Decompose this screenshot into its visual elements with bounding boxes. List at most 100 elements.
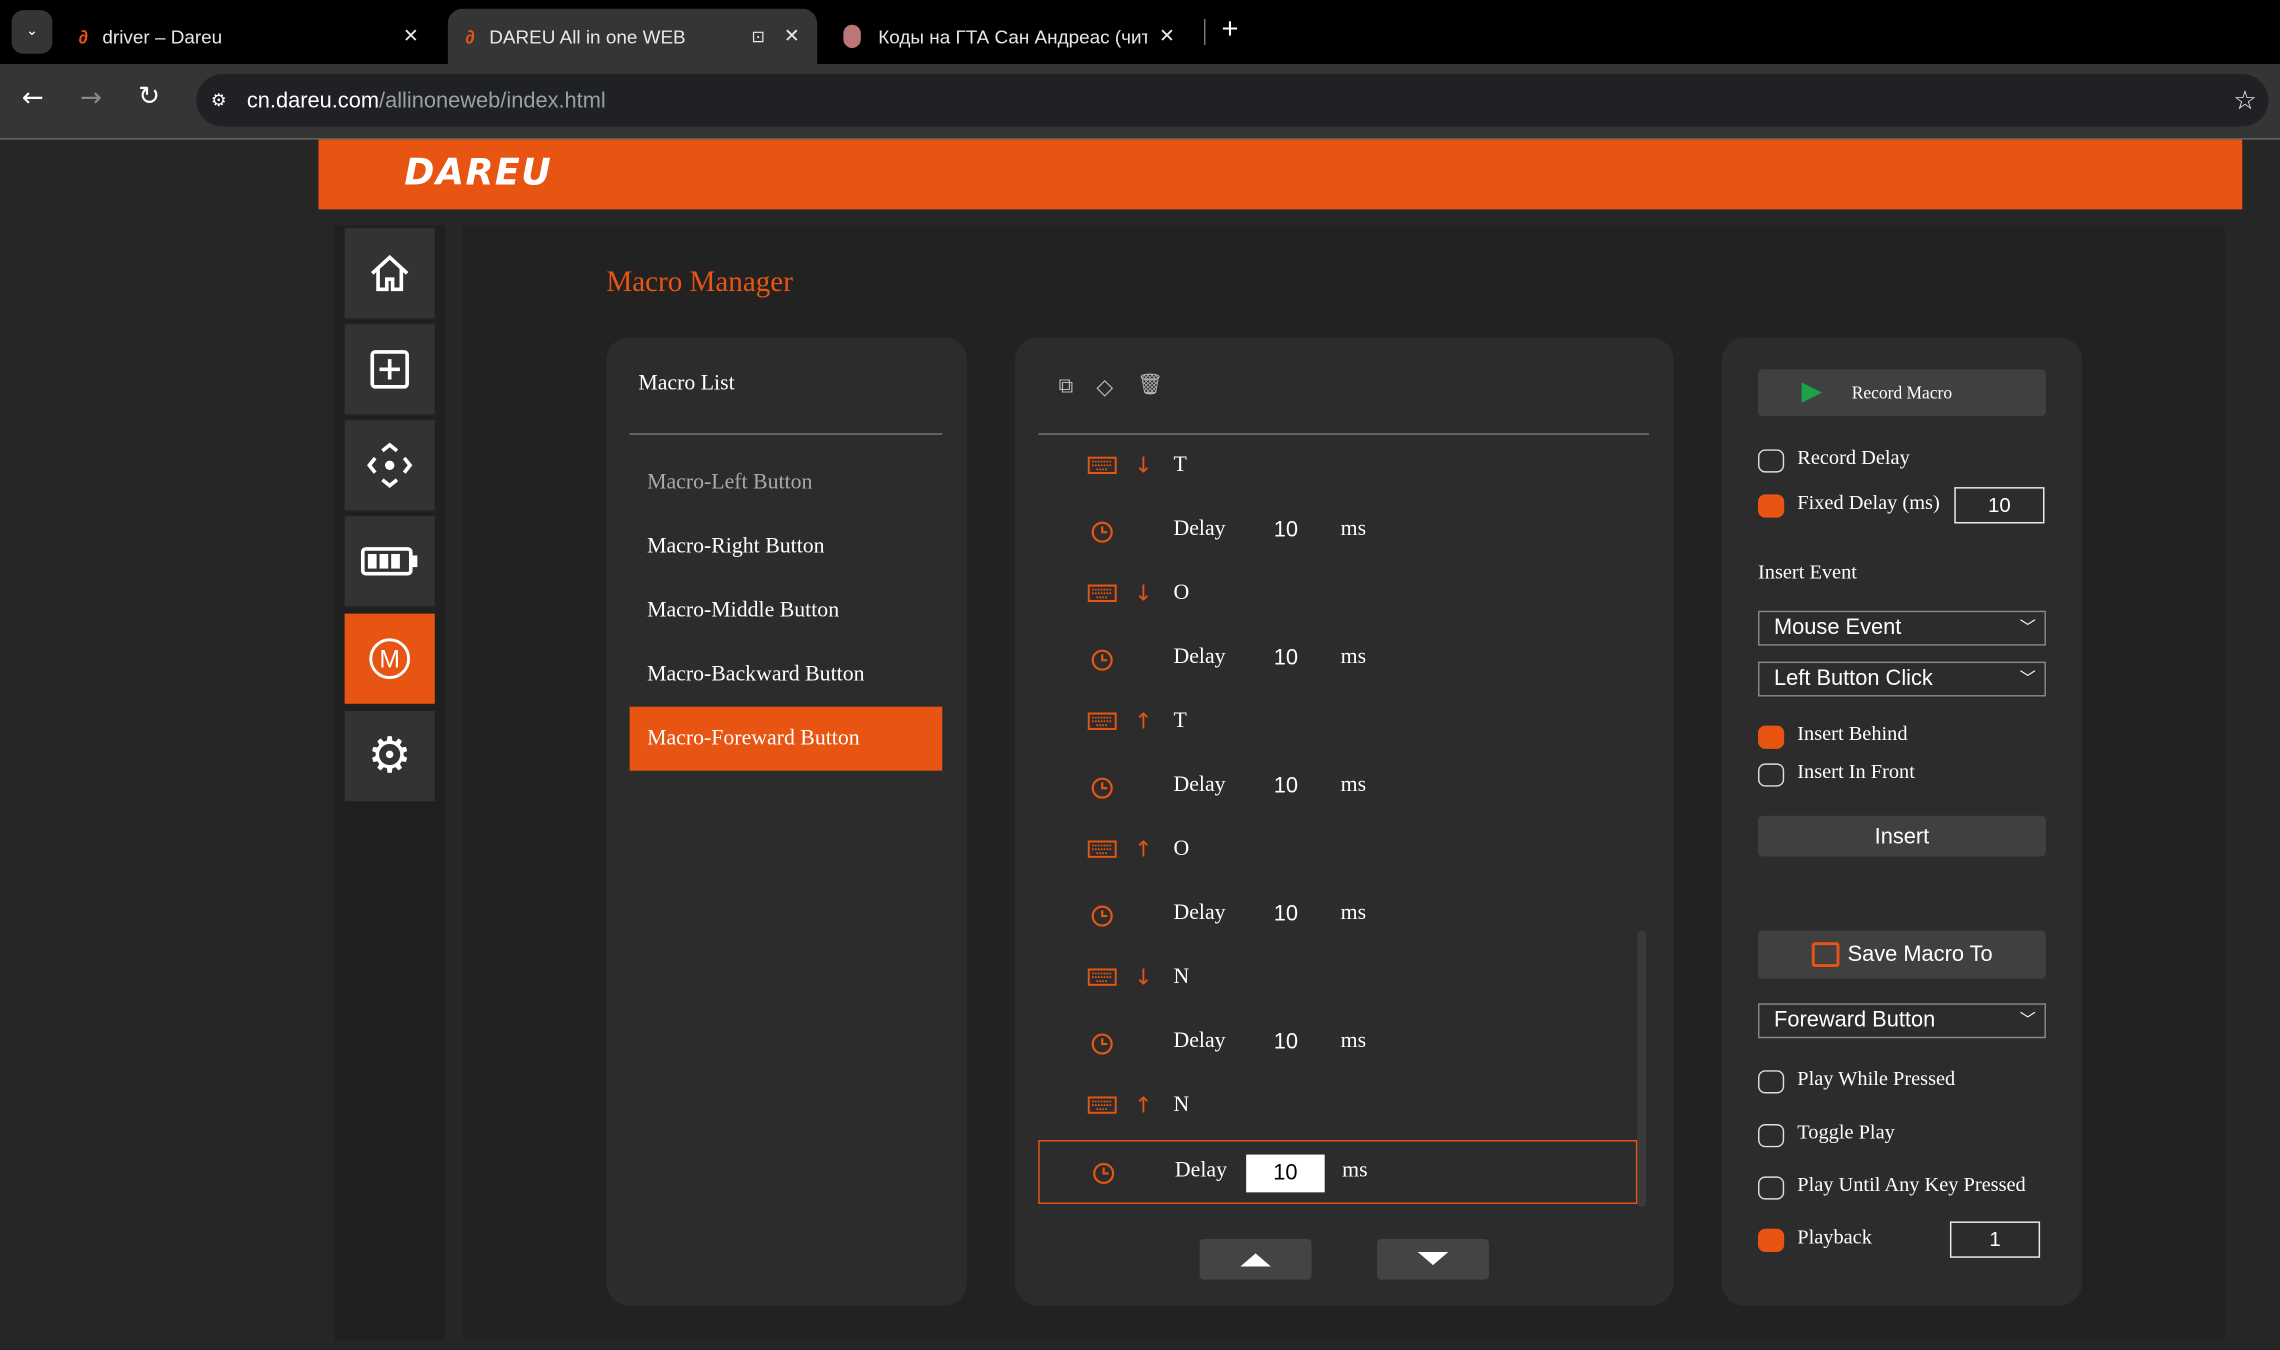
scrollbar[interactable] [1637,930,1647,1207]
keyboard-icon [1087,456,1117,482]
delay-value: 10 [1273,773,1299,799]
tab-gta[interactable]: Коды на ГТА Сан Андреас (чит ✕ [826,9,1192,64]
key-event-row[interactable]: ↑ T [1038,692,1637,756]
tab-dareu-web[interactable]: ∂ DAREU All in one WEB ⊡ ✕ [447,8,818,64]
macro-list-item[interactable]: Macro-Right Button [630,515,943,579]
tab-driver[interactable]: ∂ driver – Dareu ✕ [64,9,436,64]
delay-value: 10 [1273,901,1299,927]
plus-square-icon [370,350,409,389]
chevron-down-icon: ﹀ [2019,670,2036,688]
record-macro-button[interactable]: Record Macro [1758,369,2046,416]
gear-icon: ⚙ [367,727,412,786]
eraser-icon[interactable]: ◇ [1096,374,1113,400]
insert-in-front-checkbox[interactable] [1758,763,1785,787]
delay-event-row[interactable]: Delay 10 ms [1038,500,1637,564]
divider [1038,433,1649,435]
delay-value: 10 [1273,1029,1299,1055]
delay-label: Delay [1173,517,1226,541]
key-direction-arrow: ↓ [1134,964,1153,991]
macro-list-item[interactable]: Macro-Left Button [630,451,943,515]
delay-value-input[interactable]: 10 [1246,1154,1325,1193]
macro-list-item[interactable]: Macro-Foreward Button [629,706,943,771]
macro-list-item[interactable]: Macro-Middle Button [630,579,943,643]
media-icon: ⊡ [751,28,765,46]
delay-event-row[interactable]: Delay 10 ms [1038,756,1637,820]
key-event-row[interactable]: ↑ O [1038,820,1637,884]
play-while-pressed-checkbox[interactable] [1758,1070,1785,1094]
sidebar-macro[interactable]: M [344,613,435,704]
insert-button[interactable]: Insert [1758,815,2046,857]
clock-icon [1092,1162,1115,1193]
main-content: Macro Manager Macro List Macro-Left Butt… [462,225,2225,1341]
fixed-delay-checkbox[interactable] [1758,494,1785,518]
delay-event-row[interactable]: Delay 10 ms [1038,884,1637,948]
tab-divider [1203,18,1206,46]
url-field[interactable]: ⚙ cn.dareu.com/allinoneweb/index.html ☆ [196,74,2269,127]
playback-count-input[interactable]: 1 [1949,1221,2041,1258]
sidebar-move[interactable] [344,420,435,511]
delay-event-row[interactable]: Delay 10 ms [1038,1140,1638,1204]
key-event-row[interactable]: ↓ O [1038,564,1637,628]
key-event-row[interactable]: ↑ N [1038,1076,1637,1140]
key-name: N [1173,965,1190,989]
sidebar-add[interactable] [344,324,435,415]
event-action-select[interactable]: Left Button Click ﹀ [1758,661,2046,697]
sidebar-home[interactable] [344,228,435,319]
forward-icon[interactable]: → [80,83,102,114]
dareu-favicon: ∂ [78,25,88,48]
site-settings-icon[interactable]: ⚙ [211,90,227,110]
app-header: DAREU [318,139,2243,210]
delay-event-row[interactable]: Delay 10 ms [1038,628,1637,692]
reload-icon[interactable]: ↻ [138,81,160,112]
macro-list-item[interactable]: Macro-Backward Button [630,643,943,707]
delay-value: 10 [1273,645,1299,671]
macro-m-icon: M [369,638,411,680]
key-name: T [1173,453,1187,477]
insert-event-label: Insert Event [1758,562,1857,585]
move-down-button[interactable] [1377,1238,1489,1280]
clock-icon [1091,1032,1114,1063]
delay-label: Delay [1173,901,1226,925]
fixed-delay-input[interactable]: 10 [1954,487,2045,524]
key-event-row[interactable]: ↓ T [1038,436,1637,500]
back-icon[interactable]: ← [22,83,44,114]
insert-behind-checkbox[interactable] [1758,725,1785,749]
close-tab-icon[interactable]: ✕ [1159,25,1175,48]
page-title: Macro Manager [606,266,793,299]
save-icon [1811,942,1839,967]
close-tab-icon[interactable]: ✕ [784,25,800,48]
chevron-down-icon: ﹀ [2019,619,2036,637]
dareu-logo: DAREU [404,151,553,194]
save-target-select[interactable]: Foreward Button ﹀ [1758,1003,2046,1039]
key-name: N [1173,1093,1190,1117]
copy-icon[interactable]: ⧉ [1059,375,1074,398]
macro-list-title: Macro List [638,372,735,396]
home-icon [371,254,409,292]
delay-unit: ms [1340,1029,1367,1053]
event-type-select[interactable]: Mouse Event ﹀ [1758,610,2046,646]
playback-checkbox[interactable] [1758,1228,1785,1252]
triangle-down-icon [1417,1251,1449,1266]
key-direction-arrow: ↑ [1134,1092,1153,1119]
delay-unit: ms [1340,517,1367,541]
play-until-key-checkbox[interactable] [1758,1176,1785,1200]
toggle-play-checkbox[interactable] [1758,1124,1785,1148]
key-direction-arrow: ↓ [1134,580,1153,607]
clock-icon [1091,649,1114,680]
sidebar-settings[interactable]: ⚙ [344,711,435,802]
trash-icon[interactable]: 🗑 [1137,374,1163,397]
close-tab-icon[interactable]: ✕ [403,25,419,48]
delay-event-row[interactable]: Delay 10 ms [1038,1012,1637,1076]
record-delay-checkbox[interactable] [1758,449,1785,473]
move-up-button[interactable] [1199,1238,1312,1280]
new-tab-icon[interactable]: + [1221,13,1238,46]
key-event-row[interactable]: ↓ N [1038,948,1637,1012]
tab-list-button[interactable]: ⌄ [11,10,53,54]
save-macro-button[interactable]: Save Macro To [1758,930,2046,979]
sidebar-battery[interactable] [344,516,435,607]
key-direction-arrow: ↓ [1134,452,1153,479]
delay-label: Delay [1174,1158,1228,1183]
svg-text:M: M [379,646,400,673]
bookmark-star-icon[interactable]: ☆ [2233,85,2256,116]
delay-label: Delay [1173,1029,1226,1053]
